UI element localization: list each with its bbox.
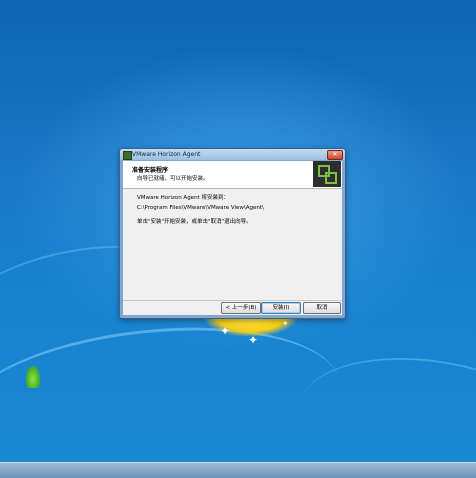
install-target-label: VMware Horizon Agent 将安装到： xyxy=(137,195,229,201)
sparkle-icon: ✦ xyxy=(282,319,289,328)
instructions-text: 单击"安装"开始安装，或单击"取消"退出向导。 xyxy=(137,219,252,225)
title-bar[interactable]: VMware Horizon Agent ✕ xyxy=(120,149,345,160)
vmware-horizon-icon xyxy=(123,151,132,160)
installer-dialog: VMware Horizon Agent ✕ 准备安装程序 向导已就绪，可以开始… xyxy=(119,148,346,319)
wizard-header-subtitle: 向导已就绪，可以开始安装。 xyxy=(137,176,209,182)
button-divider xyxy=(123,300,342,301)
back-button[interactable]: < 上一步(B) xyxy=(221,302,261,314)
sparkle-icon: ✦ xyxy=(248,333,259,347)
wallpaper-leaf xyxy=(26,366,40,388)
wizard-header: 准备安装程序 向导已就绪，可以开始安装。 xyxy=(123,161,342,189)
install-path: C:\Program Files\VMware\VMware View\Agen… xyxy=(137,205,264,211)
light-streak xyxy=(292,342,476,462)
window-title: VMware Horizon Agent xyxy=(132,151,201,158)
install-button[interactable]: 安装(I) xyxy=(261,302,301,314)
taskbar[interactable] xyxy=(0,462,476,478)
wizard-header-title: 准备安装程序 xyxy=(132,167,169,174)
vmware-logo-icon xyxy=(313,161,341,187)
dialog-client-area: 准备安装程序 向导已就绪，可以开始安装。 VMware Horizon Agen… xyxy=(123,161,342,315)
sparkle-icon: ✦ xyxy=(220,324,231,338)
cancel-button[interactable]: 取消 xyxy=(303,302,341,314)
close-button[interactable]: ✕ xyxy=(327,150,343,160)
